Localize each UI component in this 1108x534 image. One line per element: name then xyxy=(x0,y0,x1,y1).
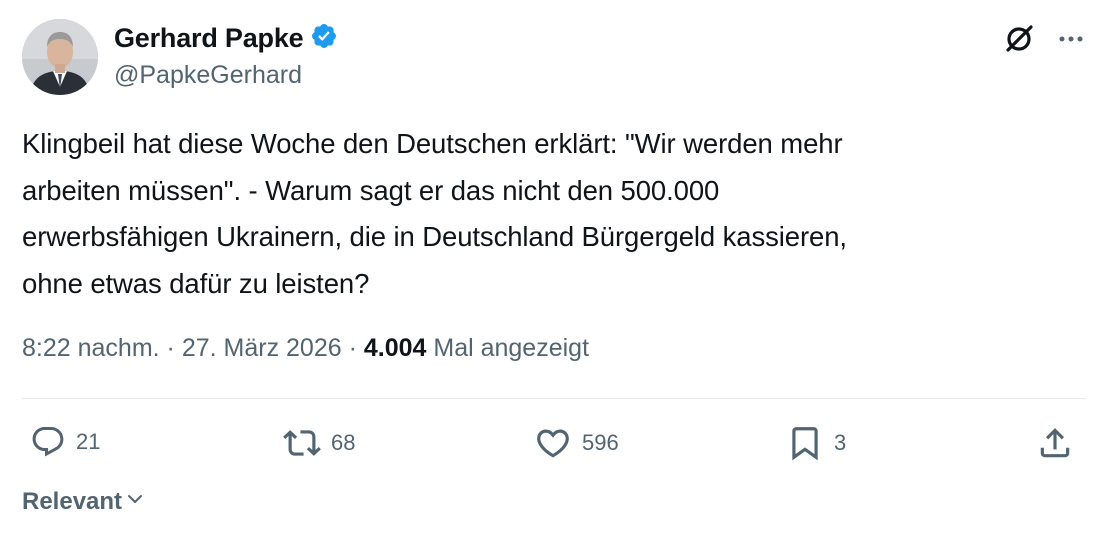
tweet-meta: 8:22 nachm. · 27. März 2026 · 4.004 Mal … xyxy=(22,334,589,363)
author-handle[interactable]: @PapkeGerhard xyxy=(114,61,302,90)
reply-icon xyxy=(30,424,66,460)
more-icon[interactable] xyxy=(1056,24,1086,59)
author-name[interactable]: Gerhard Papke xyxy=(114,23,304,54)
bookmark-button[interactable]: 3 xyxy=(786,424,846,462)
author-name-row[interactable]: Gerhard Papke xyxy=(114,22,338,55)
tweet-top-actions xyxy=(1002,22,1086,61)
repost-icon xyxy=(283,424,321,462)
avatar[interactable] xyxy=(22,19,98,95)
bookmark-count: 3 xyxy=(834,430,847,455)
meta-separator: · xyxy=(159,334,182,362)
chevron-down-icon xyxy=(125,488,145,516)
reply-button[interactable]: 21 xyxy=(30,424,100,460)
repost-count: 68 xyxy=(331,430,356,455)
tweet-text: Klingbeil hat diese Woche den Deutschen … xyxy=(22,128,847,299)
tweet-date[interactable]: 27. März 2026 xyxy=(182,334,342,363)
like-count: 596 xyxy=(582,430,619,455)
divider xyxy=(22,398,1086,399)
repost-button[interactable]: 68 xyxy=(283,424,355,462)
share-button[interactable] xyxy=(1036,424,1074,462)
grok-icon[interactable] xyxy=(1002,22,1036,61)
sort-label: Relevant xyxy=(22,488,123,515)
share-icon xyxy=(1036,424,1074,462)
bookmark-icon xyxy=(786,424,824,462)
verified-badge-icon xyxy=(310,22,338,55)
views-label: Mal angezeigt xyxy=(426,334,590,362)
reply-count: 21 xyxy=(76,429,101,454)
views-count: 4.004 xyxy=(363,334,427,362)
like-icon xyxy=(534,424,572,462)
tweet-time[interactable]: 8:22 nachm. xyxy=(22,334,160,363)
meta-separator: · xyxy=(341,334,364,362)
sort-relevant-dropdown[interactable]: Relevant xyxy=(22,488,145,516)
like-button[interactable]: 596 xyxy=(534,424,619,462)
